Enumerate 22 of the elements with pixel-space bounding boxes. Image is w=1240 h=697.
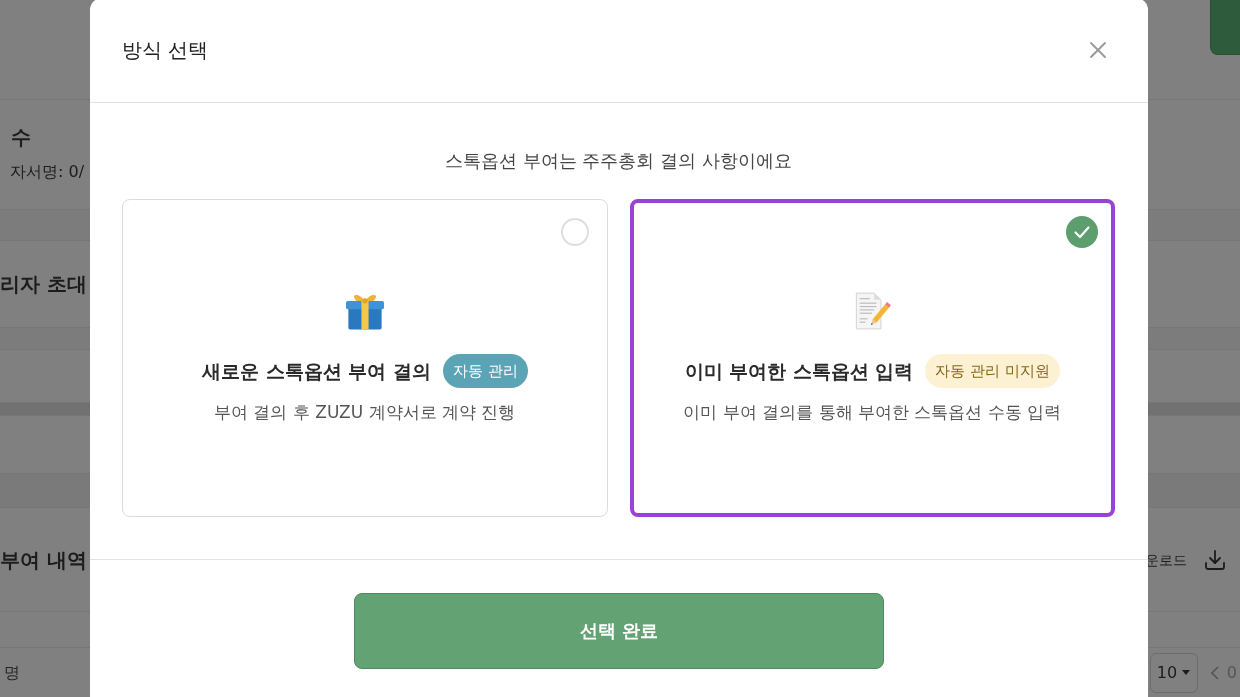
signature-count: 자서명: 0/ <box>10 161 85 183</box>
page-size-dropdown[interactable]: 10 <box>1149 652 1198 693</box>
option-title: 새로운 스톡옵션 부여 결의 <box>201 359 431 384</box>
section-title: 수 <box>11 124 32 150</box>
option-card[interactable]: 이미 부여한 스톡옵션 입력 자동 관리 미지원 이미 부여 결의를 통해 부여한 스톡옵션 수동 입력 <box>629 199 1115 517</box>
confirm-button[interactable]: 선택 완료 <box>354 593 884 669</box>
option-title: 이미 부여한 스톡옵션 입력 <box>684 359 914 384</box>
management-badge: 자동 관리 미지원 <box>925 354 1060 388</box>
section-title: 부여 내역 <box>0 546 87 573</box>
gift-icon <box>345 292 384 330</box>
dialog-title: 방식 선택 <box>122 37 209 64</box>
management-badge: 자동 관리 <box>442 354 528 388</box>
chevron-left-icon[interactable] <box>1210 665 1219 680</box>
section-title: 리자 초대 <box>0 271 87 297</box>
option-card[interactable]: 새로운 스톡옵션 부여 결의 자동 관리 부여 결의 후 ZUZU 계약서로 계약 진행 <box>122 199 608 517</box>
table-cell: 명 <box>4 661 20 684</box>
caret-down-icon <box>1181 670 1190 675</box>
dialog-subtitle: 스톡옵션 부여는 주주총회 결의 사항이에요 <box>444 149 793 173</box>
option-description: 이미 부여 결의를 통해 부여한 스톡옵션 수동 입력 <box>683 401 1062 424</box>
memo-pencil-icon <box>853 292 892 330</box>
download-icon[interactable] <box>1203 547 1227 572</box>
option-description: 부여 결의 후 ZUZU 계약서로 계약 진행 <box>214 401 516 424</box>
